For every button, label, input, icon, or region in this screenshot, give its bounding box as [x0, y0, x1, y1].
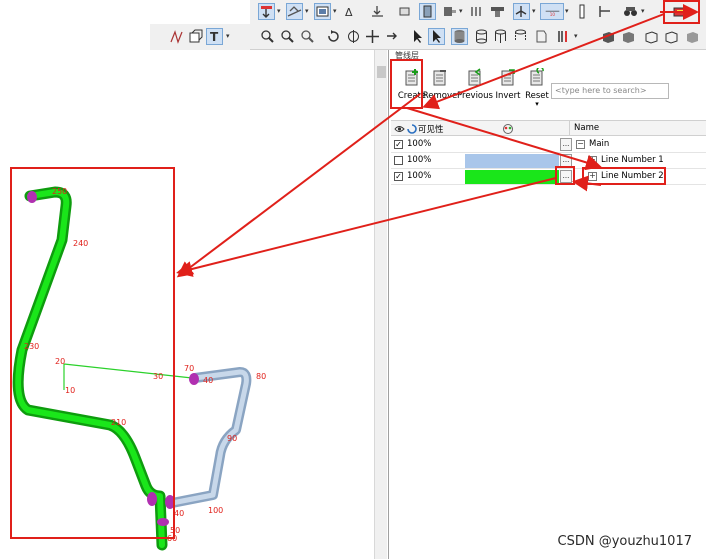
visibility-checkbox[interactable]: ✓: [394, 140, 403, 149]
svg-text:Δ: Δ: [345, 6, 353, 19]
flange-tool-button[interactable]: [468, 3, 485, 20]
zoom-out-icon[interactable]: [279, 28, 296, 45]
dimension-delta-button[interactable]: Δ: [343, 3, 360, 20]
layer-name: Line Number 1: [601, 155, 664, 165]
pipe-section-button[interactable]: [419, 3, 436, 20]
viewport-scrollbar[interactable]: [374, 50, 387, 559]
chevron-down-icon[interactable]: ▾: [226, 28, 232, 45]
annotation-box-viewport: [10, 167, 175, 539]
dimension-label: 70: [184, 364, 195, 373]
dimension-label: 90: [227, 434, 238, 443]
visibility-column-header[interactable]: 可见性: [418, 123, 444, 135]
elevation-tool-button[interactable]: [369, 3, 386, 20]
walk-icon[interactable]: [383, 28, 400, 45]
remove-icon: [433, 70, 446, 86]
dimension-label: 40: [203, 376, 214, 385]
chevron-down-icon[interactable]: ▾: [641, 3, 647, 20]
route-tool-button[interactable]: [513, 3, 530, 20]
cylinder-wire-icon[interactable]: [473, 28, 490, 45]
remove-label: Remove: [422, 91, 458, 101]
view-box-tool-button[interactable]: [314, 3, 331, 20]
table-row-main[interactable]: ✓ 100% ... − Main: [391, 137, 706, 153]
binoculars-icon[interactable]: [622, 3, 639, 20]
box-select-button[interactable]: [187, 28, 204, 45]
reset-icon: [530, 66, 544, 86]
rotate-icon[interactable]: [325, 28, 342, 45]
app-window: ▾ ▾ ▾ Δ ▾ ▾ 10 ▾ ▾ ▾ T ▾ ▾ 250 240 230 2…: [0, 0, 706, 559]
view-side-icon[interactable]: [663, 28, 680, 45]
chevron-down-icon[interactable]: ▾: [565, 3, 571, 20]
svg-text:T: T: [210, 30, 219, 44]
name-column-header[interactable]: Name: [574, 123, 599, 133]
select-box-icon[interactable]: [428, 28, 445, 45]
zoom-in-icon[interactable]: [259, 28, 276, 45]
previous-icon: [468, 68, 481, 86]
remove-button[interactable]: Remove: [420, 64, 460, 106]
insert-pipe-tool-button[interactable]: [258, 3, 275, 20]
slope-tool-button[interactable]: [286, 3, 303, 20]
dimension-value-button[interactable]: 10: [540, 3, 564, 20]
chevron-down-icon[interactable]: ▾: [333, 3, 339, 20]
cylinder-solid-icon[interactable]: [451, 28, 468, 45]
view-iso-icon[interactable]: [620, 28, 637, 45]
color-picker-button[interactable]: ...: [560, 138, 572, 151]
annotation-box-layer-manager: [663, 0, 700, 24]
tee-tool-button[interactable]: [489, 3, 506, 20]
dimension-label: 40: [174, 509, 185, 518]
chevron-down-icon[interactable]: ▾: [517, 101, 557, 108]
select-arrow-icon[interactable]: [409, 28, 426, 45]
layer-color-swatch[interactable]: [465, 170, 559, 184]
visibility-percent: 100%: [407, 155, 432, 165]
annotation-box-create: [390, 59, 423, 109]
outline-icon[interactable]: [532, 28, 549, 45]
text-tool-button[interactable]: T: [206, 28, 223, 45]
pan-icon[interactable]: [364, 28, 381, 45]
visibility-percent: 100%: [407, 139, 432, 149]
collapse-icon[interactable]: −: [576, 140, 585, 149]
chevron-down-icon[interactable]: ▾: [532, 3, 538, 20]
annotation-box-color-button: [555, 166, 575, 185]
zoom-window-icon[interactable]: [299, 28, 316, 45]
pipe-support-button[interactable]: [596, 3, 613, 20]
view-top-icon[interactable]: [643, 28, 660, 45]
visibility-checkbox[interactable]: ✓: [394, 172, 403, 181]
chevron-down-icon[interactable]: ▾: [277, 3, 283, 20]
scrollbar-thumb[interactable]: [377, 66, 386, 78]
orbit-icon[interactable]: [345, 28, 362, 45]
cylinder-shaded-icon[interactable]: [492, 28, 509, 45]
layer-name: Main: [589, 139, 610, 149]
expand-icon[interactable]: +: [588, 156, 597, 165]
dimension-label: 100: [208, 506, 224, 515]
view-front-icon[interactable]: [600, 28, 617, 45]
ruler-tool-button[interactable]: [574, 3, 591, 20]
annotation-box-line2: [582, 167, 666, 185]
dimension-label: 80: [256, 372, 267, 381]
color-column-icon: [503, 124, 513, 134]
sketch-tool-button[interactable]: [168, 28, 185, 45]
invert-icon: [501, 69, 515, 86]
cylinder-hidden-icon[interactable]: [512, 28, 529, 45]
align-tool-button[interactable]: [396, 3, 413, 20]
color-bars-icon[interactable]: [555, 28, 572, 45]
fitting-tool-button[interactable]: [441, 3, 458, 20]
chevron-down-icon[interactable]: ▾: [305, 3, 311, 20]
visibility-percent: 100%: [407, 171, 432, 181]
watermark: CSDN @youzhu1017: [557, 534, 692, 549]
pipe-layer-panel: 管线层 Create Remove Previous Invert Reset …: [388, 50, 706, 559]
dimension-value-text: 10: [549, 12, 555, 17]
visibility-checkbox[interactable]: [394, 156, 403, 165]
view-right-icon[interactable]: [684, 28, 701, 45]
chevron-down-icon[interactable]: ▾: [574, 28, 580, 45]
search-input[interactable]: <type here to search>: [551, 83, 669, 99]
chevron-down-icon[interactable]: ▾: [459, 3, 465, 20]
grid-header: 可见性 Name: [391, 120, 706, 136]
layer-color-swatch[interactable]: [465, 154, 559, 168]
column-divider: [569, 121, 570, 136]
visibility-header-icon: [394, 124, 417, 134]
